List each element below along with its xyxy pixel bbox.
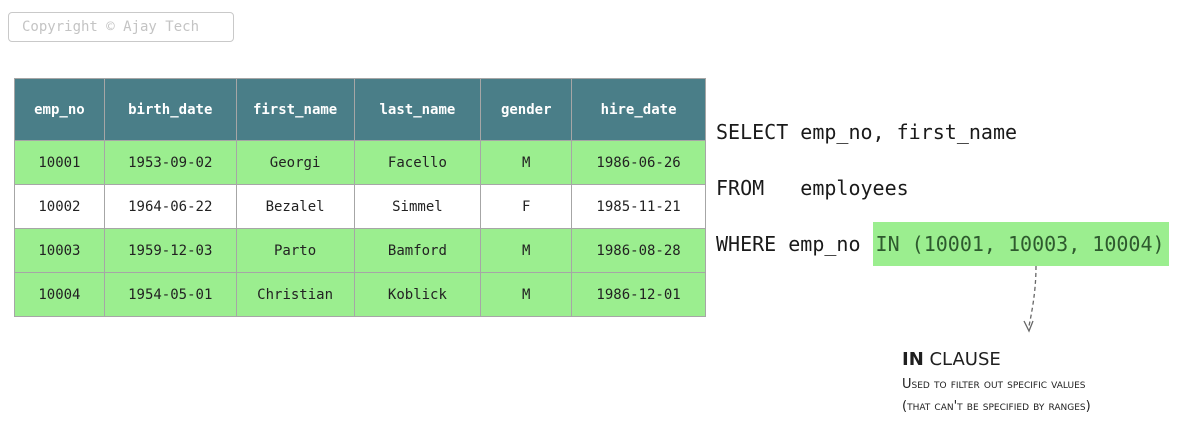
table-cell: Bezalel	[235, 184, 355, 229]
copyright-label: Copyright © Ajay Tech	[8, 12, 234, 42]
column-header-last-name: last_name	[353, 78, 482, 141]
table-cell: 10003	[14, 228, 105, 273]
table-cell: Christian	[235, 272, 355, 317]
table-cell: 1959-12-03	[103, 228, 237, 273]
table-cell: F	[480, 184, 573, 229]
table-cell: 1954-05-01	[103, 272, 237, 317]
table-cell: Georgi	[235, 140, 355, 185]
sql-where-line: WHERE emp_no IN (10001, 10003, 10004)	[716, 222, 1169, 266]
table-cell: M	[480, 228, 573, 273]
table-cell: M	[480, 140, 573, 185]
column-header-emp-no: emp_no	[14, 78, 105, 141]
table-cell: Simmel	[353, 184, 482, 229]
table-cell: 1986-08-28	[571, 228, 706, 273]
column-header-gender: gender	[480, 78, 573, 141]
table-cell: 1986-12-01	[571, 272, 706, 317]
table-row: 10001 1953-09-02 Georgi Facello M 1986-0…	[14, 140, 706, 185]
sql-select-line: SELECT emp_no, first_name	[716, 120, 1018, 144]
table-cell: 1964-06-22	[103, 184, 237, 229]
annotation-title-rest: CLAUSE	[923, 349, 1001, 370]
column-header-birth-date: birth_date	[103, 78, 237, 141]
annotation-line-1: Used to filter out specific values	[902, 377, 1086, 392]
sql-where-prefix: WHERE emp_no	[716, 232, 873, 256]
table-cell: 10002	[14, 184, 105, 229]
column-header-first-name: first_name	[235, 78, 355, 141]
dashed-down-arrow-icon	[1023, 265, 1037, 333]
table-cell: 1986-06-26	[571, 140, 706, 185]
table-cell: Bamford	[353, 228, 482, 273]
annotation-title: IN CLAUSE	[902, 349, 1091, 371]
table-cell: 1985-11-21	[571, 184, 706, 229]
table-cell: 1953-09-02	[103, 140, 237, 185]
table-row: 10002 1964-06-22 Bezalel Simmel F 1985-1…	[14, 184, 706, 229]
table-cell: Parto	[235, 228, 355, 273]
sql-from-line: FROM employees	[716, 176, 909, 200]
table-row: 10004 1954-05-01 Christian Koblick M 198…	[14, 272, 706, 317]
annotation-line-2: (that can't be specified by ranges)	[902, 399, 1091, 414]
table-header-row: emp_no birth_date first_name last_name g…	[14, 78, 706, 141]
table-row: 10003 1959-12-03 Parto Bamford M 1986-08…	[14, 228, 706, 273]
employees-table: emp_no birth_date first_name last_name g…	[14, 78, 706, 317]
table-cell: Facello	[353, 140, 482, 185]
table-cell: 10004	[14, 272, 105, 317]
sql-in-clause-highlight: IN (10001, 10003, 10004)	[872, 222, 1169, 266]
table-cell: 10001	[14, 140, 105, 185]
table-cell: M	[480, 272, 573, 317]
column-header-hire-date: hire_date	[571, 78, 706, 141]
table-cell: Koblick	[353, 272, 482, 317]
in-clause-annotation: IN CLAUSE Used to filter out specific va…	[902, 349, 1091, 418]
annotation-title-keyword: IN	[902, 349, 924, 370]
